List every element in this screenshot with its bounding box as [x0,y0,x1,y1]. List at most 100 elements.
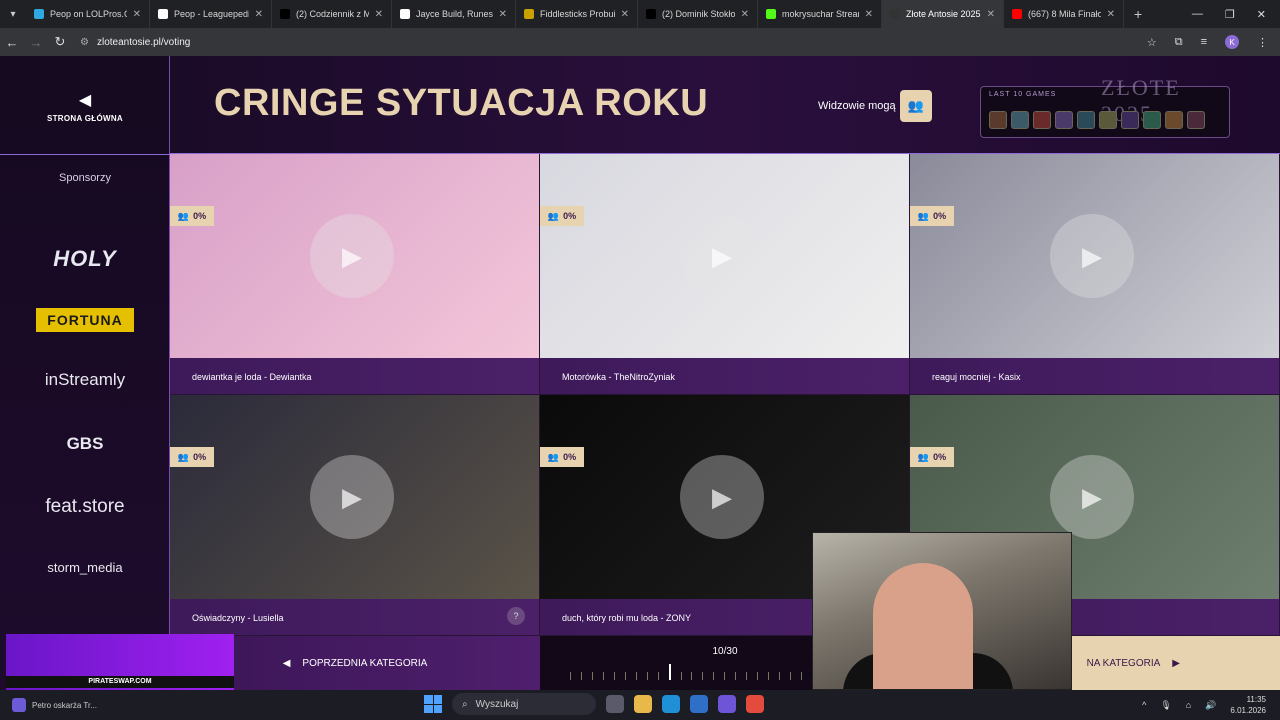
progress-tick[interactable] [580,672,582,680]
home-link[interactable]: ◀ STRONA GŁÓWNA [0,90,170,123]
task-view-icon[interactable] [606,695,624,713]
sponsor-stormmedia[interactable]: storm_media [0,560,170,575]
viewers-button[interactable]: 👥 [900,90,932,122]
nominee-thumbnail[interactable]: 👥 0% ▶ [540,154,909,358]
forward-icon[interactable]: → [24,35,48,50]
chrome-icon[interactable] [746,695,764,713]
site-info-icon[interactable]: ⚙ [80,37,89,48]
store-icon[interactable] [690,695,708,713]
browser-tab[interactable]: Peop on LOLPros.GG ✕ [26,0,150,28]
play-icon[interactable]: ▶ [1050,214,1134,298]
play-icon[interactable]: ▶ [310,455,394,539]
close-icon[interactable]: ✕ [1257,8,1266,21]
nominee-card[interactable]: 👥 0% ▶ Motorówka - TheNitroZyniak [540,154,910,395]
clock[interactable]: 11:35 6.01.2026 [1230,694,1266,716]
progress-tick[interactable] [570,672,571,680]
progress-tick[interactable] [646,672,648,680]
vote-percent: 0% [563,452,577,462]
progress-tick[interactable] [602,672,604,680]
nominee-thumbnail[interactable]: 👥 0% ▶ [910,154,1279,358]
browser-tab[interactable]: (2) Codziennik z Mor ✕ [272,0,392,28]
browser-tab[interactable]: Jayce Build, Runes, an ✕ [392,0,516,28]
viewers-label: Widzowie mogą [818,100,896,112]
progress-tick[interactable] [746,672,748,680]
progress-tick[interactable] [757,672,759,680]
browser-tab[interactable]: (2) Dominik Stokłosa ✕ [638,0,758,28]
extensions-icon[interactable]: ⧉ [1175,36,1183,49]
progress-tick[interactable] [591,672,593,680]
progress-tick[interactable] [702,672,704,680]
file-explorer-icon[interactable] [634,695,652,713]
nominee-thumbnail[interactable]: 👥 0% ▶ [170,154,539,358]
browser-tab[interactable]: Peop - Leaguepedia | ✕ [150,0,272,28]
taskbar-search[interactable]: ⌕ Wyszukaj [452,693,596,715]
sponsor-fortuna[interactable]: FORTUNA [36,308,134,332]
maximize-icon[interactable]: ❐ [1225,8,1235,21]
profile-avatar[interactable]: K [1225,35,1239,49]
tab-close-icon[interactable]: ✕ [621,9,629,20]
category-header: CRINGE SYTUACJA ROKU Widzowie mogą 👥 LAS… [170,56,1280,154]
progress-tick[interactable] [691,672,693,680]
nominee-thumbnail[interactable]: 👥 0% ▶ [170,395,539,599]
news-widget[interactable]: Petro oskarża Tr... [12,690,97,720]
progress-tick[interactable] [668,664,671,680]
menu-icon[interactable]: ⋮ [1257,36,1268,49]
browser-tab[interactable]: Fiddlesticks Probuild ✕ [516,0,638,28]
microphone-icon[interactable]: 🎙 [1160,700,1171,711]
tab-close-icon[interactable]: ✕ [1107,9,1115,20]
tab-close-icon[interactable]: ✕ [865,9,873,20]
tab-search-icon[interactable]: ▾ [0,0,26,28]
nominee-card[interactable]: 👥 0% ▶ reaguj mocniej - Kasix [910,154,1280,395]
browser-tab[interactable]: (667) 8 Mila Finałowa ✕ [1004,0,1124,28]
progress-tick[interactable] [724,672,726,680]
progress-tick[interactable] [680,672,682,680]
play-icon[interactable]: ▶ [310,214,394,298]
tab-close-icon[interactable]: ✕ [255,9,263,20]
media-icon[interactable]: ≡ [1201,36,1207,48]
tab-close-icon[interactable]: ✕ [987,9,995,20]
bookmark-star-icon[interactable]: ☆ [1147,36,1157,49]
tab-close-icon[interactable]: ✕ [375,9,383,20]
minimize-icon[interactable]: — [1192,8,1203,21]
vote-percent-badge: 👥 0% [540,447,584,467]
windows-start-icon[interactable] [424,695,442,713]
sponsor-featstore[interactable]: feat.store [0,496,170,518]
tab-close-icon[interactable]: ✕ [741,9,749,20]
edge-icon[interactable] [662,695,680,713]
progress-tick[interactable] [713,672,715,680]
play-icon[interactable]: ▶ [680,214,764,298]
sponsor-instreamly[interactable]: inStreamly [0,370,170,390]
previous-category-label: POPRZEDNIA KATEGORIA [302,657,428,669]
volume-icon[interactable]: 🔊 [1205,700,1216,711]
progress-tick[interactable] [779,672,781,680]
progress-tick[interactable] [624,672,626,680]
sponsor-gbs[interactable]: GBS [0,434,170,454]
tab-close-icon[interactable]: ✕ [499,9,507,20]
tabs-container: Peop on LOLPros.GG ✕ Peop - Leaguepedia | ✕… [26,0,1124,28]
new-tab-button[interactable]: + [1124,6,1152,22]
play-icon[interactable]: ▶ [680,455,764,539]
tab-close-icon[interactable]: ✕ [133,9,141,20]
progress-tick[interactable] [768,672,770,680]
progress-tick[interactable] [801,672,803,680]
progress-tick[interactable] [790,672,792,680]
progress-tick[interactable] [613,672,615,680]
network-icon[interactable]: ⌂ [1186,700,1191,710]
progress-tick[interactable] [657,672,659,680]
nominee-card[interactable]: 👥 0% ▶ Oświadczyny - Lusiella? [170,395,540,636]
play-icon[interactable]: ▶ [1050,455,1134,539]
reload-icon[interactable]: ↻ [48,34,72,50]
progress-tick[interactable] [635,672,637,680]
sponsor-holy[interactable]: HOLY [0,246,170,272]
tab-favicon-icon [280,9,290,19]
tab-favicon-icon [646,9,656,19]
url-field[interactable]: ⚙ zloteantosie.pl/voting [80,32,1130,52]
help-icon[interactable]: ? [507,607,525,625]
browser-tab[interactable]: Złote Antosie 2025 - ✕ [882,0,1004,28]
nominee-card[interactable]: 👥 0% ▶ dewiantka je loda - Dewiantka [170,154,540,395]
discord-icon[interactable] [718,695,736,713]
browser-tab[interactable]: mokrysuchar Stream ✕ [758,0,882,28]
tray-chevron-icon[interactable]: ^ [1142,700,1146,710]
progress-tick[interactable] [735,672,737,680]
back-icon[interactable]: ← [0,35,24,50]
